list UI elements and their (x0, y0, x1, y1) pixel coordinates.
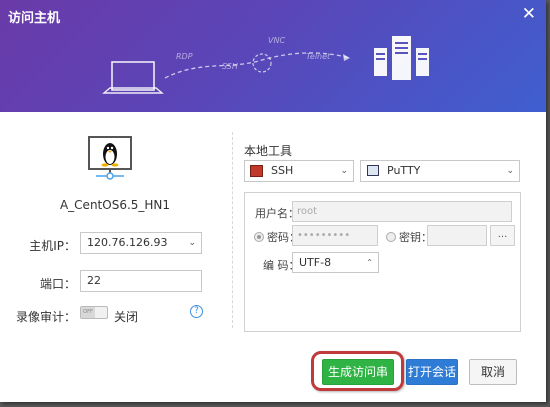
ssh-icon (250, 165, 263, 177)
column-divider (232, 132, 233, 328)
ip-value: 120.76.126.93 (87, 236, 168, 249)
record-audit-label: 录像审计： (15, 310, 76, 324)
encoding-value: UTF-8 (299, 256, 332, 269)
port-input[interactable]: 22 (80, 270, 202, 292)
spinner-icon: ⌃ (366, 258, 373, 267)
linux-monitor-icon (88, 136, 132, 180)
chevron-down-icon: ⌄ (506, 166, 514, 176)
help-icon[interactable]: ? (190, 305, 203, 318)
key-radio[interactable] (386, 232, 396, 242)
ip-label: 主机IP： (29, 239, 76, 253)
access-host-dialog: 访问主机 ✕ RDP VNC SSH Telnet A_CentOS6.5_HN… (0, 0, 546, 402)
port-label: 端口： (39, 277, 76, 291)
header-label-telnet: Telnet (306, 52, 331, 61)
client-select[interactable]: PuTTY ⌄ (360, 160, 520, 182)
host-name: A_CentOS6.5_HN1 (59, 198, 171, 212)
local-tools-title: 本地工具 (244, 144, 293, 158)
local-tools-panel: 本地工具 SSH ⌄ PuTTY ⌄ 用户名： root 密码： •••••••… (242, 112, 532, 342)
protocol-select[interactable]: SSH ⌄ (244, 160, 354, 182)
chevron-down-icon: ⌄ (340, 166, 348, 176)
server-icon (374, 36, 429, 80)
laptop-icon (102, 61, 164, 94)
dialog-header: 访问主机 ✕ RDP VNC SSH Telnet (0, 0, 546, 112)
header-label-ssh: SSH (222, 62, 238, 71)
header-label-vnc: VNC (268, 36, 286, 45)
ip-select[interactable]: 120.76.126.93 ⌄ (80, 232, 202, 254)
key-input[interactable] (427, 225, 487, 246)
host-info-panel: A_CentOS6.5_HN1 主机IP： 120.76.126.93 ⌄ 端口… (0, 112, 232, 402)
encoding-select[interactable]: UTF-8 ⌃ (292, 252, 379, 273)
putty-icon (367, 165, 379, 176)
header-illustration (102, 36, 429, 94)
open-session-button[interactable]: 打开会话 (406, 359, 458, 385)
password-radio[interactable] (254, 232, 264, 242)
highlight-annotation (311, 351, 404, 391)
toggle-knob: OFF (81, 307, 95, 318)
key-browse-button[interactable]: ... (490, 225, 515, 246)
cancel-button[interactable]: 取消 (469, 359, 517, 385)
protocol-value: SSH (271, 164, 294, 177)
chevron-down-icon: ⌄ (188, 238, 196, 248)
client-value: PuTTY (387, 164, 421, 177)
username-input[interactable]: root (292, 201, 512, 222)
password-input[interactable]: ••••••••• (292, 225, 378, 246)
record-state-text: 关闭 (114, 310, 139, 324)
record-audit-toggle[interactable]: OFF (80, 306, 108, 319)
header-label-rdp: RDP (176, 52, 193, 61)
credentials-box: 用户名： root 密码： ••••••••• 密钥： ... 编 码： UTF… (244, 192, 521, 332)
